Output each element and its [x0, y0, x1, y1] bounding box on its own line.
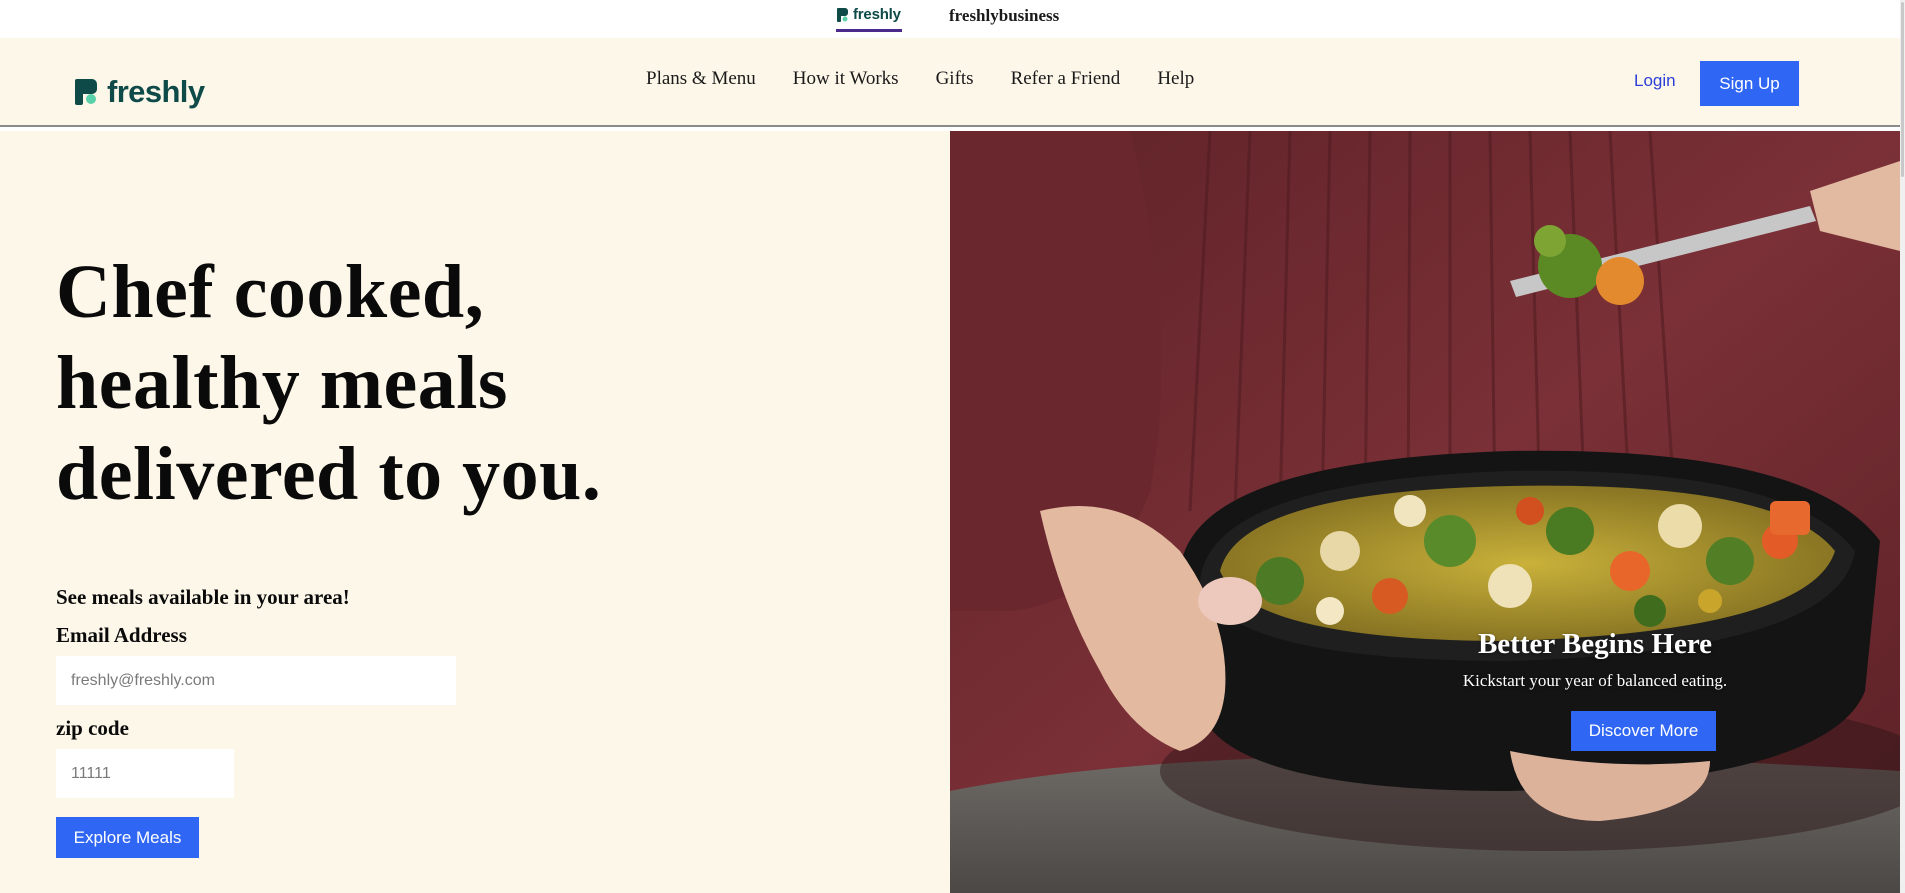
site-logo[interactable]: freshly — [75, 74, 205, 109]
promo-subtitle: Kickstart your year of balanced eating. — [1462, 671, 1728, 690]
hero-headline-line: healthy meals — [56, 341, 508, 425]
nav-links: Plans & Menu How it Works Gifts Refer a … — [646, 68, 1231, 90]
nav-link-gifts[interactable]: Gifts — [936, 68, 974, 90]
promo-overlay: Better Begins Here Kickstart your year o… — [1440, 628, 1750, 691]
freshly-logo-icon — [75, 78, 97, 105]
meal-bowl-illustration — [950, 131, 1900, 893]
freshly-logo-icon — [837, 8, 848, 22]
zip-code-field[interactable] — [56, 749, 234, 798]
brand-tab-business[interactable]: freshlybusiness — [949, 6, 1059, 26]
nav-link-refer-a-friend[interactable]: Refer a Friend — [1011, 68, 1121, 90]
zip-code-label: zip code — [56, 716, 129, 740]
nav-link-plans-menu[interactable]: Plans & Menu — [646, 68, 756, 90]
login-link[interactable]: Login — [1634, 71, 1676, 91]
hero-image — [950, 131, 1900, 893]
sign-up-button[interactable]: Sign Up — [1700, 61, 1799, 106]
email-label: Email Address — [56, 623, 187, 647]
brand-tab-freshly[interactable]: freshly — [836, 6, 902, 32]
scrollbar-thumb[interactable] — [1901, 2, 1904, 177]
brand-tab-freshly-label: freshly — [853, 6, 901, 23]
main-navigation: freshly Plans & Menu How it Works Gifts … — [0, 38, 1900, 127]
explore-meals-button[interactable]: Explore Meals — [56, 817, 199, 858]
promo-title: Better Begins Here — [1477, 628, 1713, 660]
discover-more-button[interactable]: Discover More — [1571, 711, 1716, 751]
email-field[interactable] — [56, 656, 456, 705]
hero-panel: Chef cooked, healthy meals delivered to … — [0, 131, 950, 893]
hero-headline-line: Chef cooked, — [56, 250, 485, 334]
availability-prompt: See meals available in your area! — [56, 585, 350, 609]
nav-link-help[interactable]: Help — [1157, 68, 1194, 90]
brand-switcher-bar: freshly freshlybusiness — [0, 0, 1900, 38]
hero-headline-line: delivered to you. — [56, 432, 602, 516]
logo-wordmark: freshly — [107, 74, 205, 109]
hero-headline: Chef cooked, healthy meals delivered to … — [56, 247, 756, 520]
nav-link-how-it-works[interactable]: How it Works — [793, 68, 899, 90]
